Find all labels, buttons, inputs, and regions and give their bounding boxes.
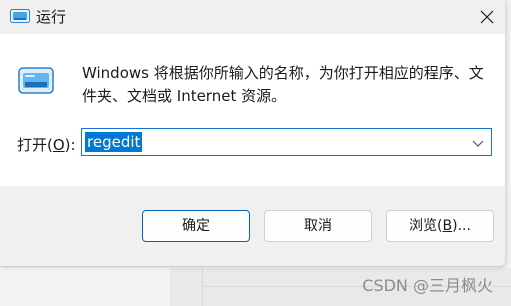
run-icon [18, 67, 54, 94]
browse-label: )... [452, 218, 471, 234]
close-button[interactable] [469, 0, 505, 34]
description-line: Windows 将根据你所输入的名称，为你打开相应的程序、文 [82, 64, 484, 82]
open-label-text: 打开( [17, 136, 53, 154]
open-label-text: ): [64, 136, 76, 154]
run-dialog: 运行 Windows 将根据你所输入的名称，为你打开相应的程序、文 件夹、文档或… [0, 0, 506, 267]
open-combobox[interactable]: regedit [81, 128, 492, 156]
open-input-value[interactable]: regedit [85, 132, 143, 152]
browse-label: 浏览( [409, 218, 443, 234]
browse-accesskey: B [442, 218, 453, 234]
background-divider [202, 268, 203, 306]
close-icon [480, 10, 494, 24]
run-icon [10, 9, 30, 23]
watermark: CSDN @三月枫火 [362, 276, 493, 295]
description-line: 件夹、文档或 Internet 资源。 [82, 87, 287, 105]
dialog-content: Windows 将根据你所输入的名称，为你打开相应的程序、文 件夹、文档或 In… [0, 34, 505, 186]
browse-button[interactable]: 浏览(B)... [386, 210, 494, 242]
chevron-down-icon[interactable] [471, 137, 485, 149]
window-title: 运行 [36, 8, 67, 26]
description-text: Windows 将根据你所输入的名称，为你打开相应的程序、文 件夹、文档或 In… [82, 62, 494, 108]
open-label: 打开(O): [17, 134, 76, 155]
open-label-accesskey: O [52, 136, 65, 154]
cancel-button[interactable]: 取消 [264, 210, 372, 242]
title-bar[interactable]: 运行 [0, 0, 505, 34]
ok-button[interactable]: 确定 [142, 210, 250, 242]
